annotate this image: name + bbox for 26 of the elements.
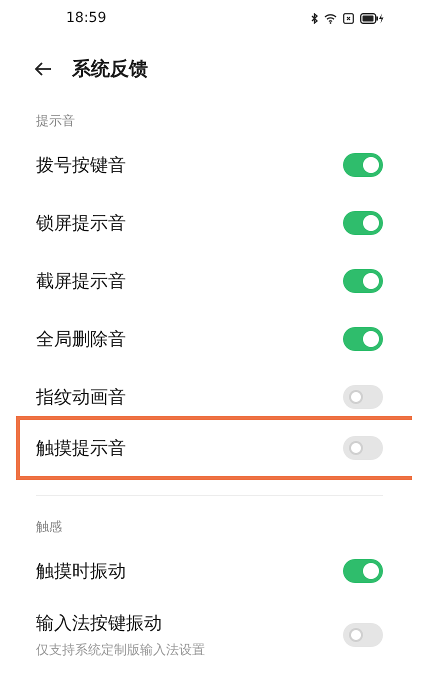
setting-label: 指纹动画音	[36, 386, 126, 409]
setting-label: 触摸时振动	[36, 560, 126, 583]
setting-description: 仅支持系统定制版输入法设置	[36, 642, 205, 659]
setting-label: 全局删除音	[36, 328, 126, 351]
setting-label: 输入法按键振动	[36, 612, 163, 635]
toggle-switch[interactable]	[343, 327, 383, 351]
back-button[interactable]	[34, 62, 52, 76]
setting-label: 截屏提示音	[36, 270, 126, 293]
wifi-icon	[324, 12, 337, 24]
setting-label: 锁屏提示音	[36, 212, 126, 235]
section-title: 提示音	[35, 113, 76, 131]
toggle-switch[interactable]	[343, 269, 383, 293]
status-time: 18:59	[66, 10, 106, 26]
toggle-switch[interactable]	[343, 559, 383, 583]
setting-label: 触摸提示音	[36, 437, 126, 460]
toggle-switch[interactable]	[343, 211, 383, 235]
sim-icon	[343, 12, 354, 24]
toggle-switch[interactable]	[343, 436, 383, 460]
page-title: 系统反馈	[72, 57, 148, 82]
toggle-switch[interactable]	[343, 623, 383, 647]
toggle-switch[interactable]	[343, 385, 383, 409]
setting-label: 拨号按键音	[36, 154, 126, 177]
section-title: 触感	[35, 519, 63, 537]
toggle-switch[interactable]	[343, 153, 383, 177]
bluetooth-icon	[311, 12, 318, 24]
battery-icon	[360, 12, 384, 24]
